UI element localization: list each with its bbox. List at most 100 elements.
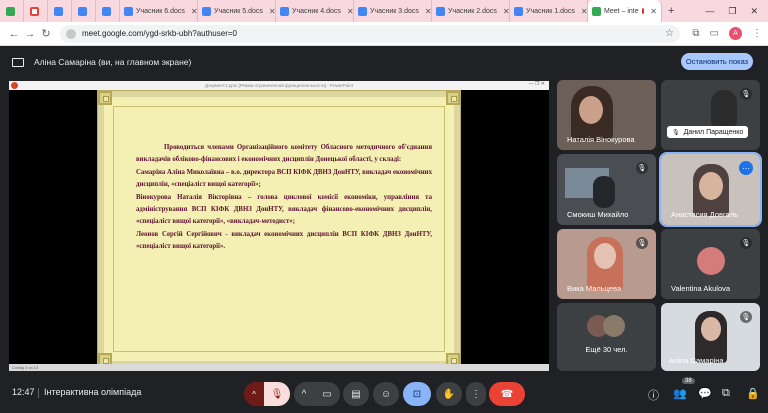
meet-icon [5,6,15,16]
close-icon[interactable]: ✕ [425,7,431,16]
powerpoint-window-controls: — ❐ ✕ [528,81,545,87]
profile-avatar[interactable]: A [729,27,742,40]
slide-paragraph: Проводиться членами Організаційного комі… [136,144,432,164]
menu-dots-icon[interactable]: ⋮ [752,28,762,39]
mic-off-icon: 🎙 [740,311,752,323]
camera-toggle[interactable]: ▭ [314,382,340,406]
participant-avatar [697,247,725,275]
more-options-icon[interactable]: ⋯ [739,161,753,175]
slide-paragraph: Леонов Сергій Сергійович - викладач екон… [136,230,432,251]
sidepanel-icon[interactable]: ▭ [710,28,719,39]
emoji-icon: ☺ [380,388,392,400]
present-screen-icon [12,57,24,67]
more-participants-tile[interactable]: Ещё 30 чел. [557,303,656,371]
tab-gmail[interactable] [24,0,48,22]
close-icon[interactable]: ✕ [650,7,657,16]
browser-tab-strip: Учасник 6.docs ✕ Учасник 5.docs ✕ Учасник … [0,0,768,22]
maximize-button[interactable]: ❐ [728,6,736,17]
participant-avatar [603,315,625,337]
raise-hand-button[interactable]: ✋ [436,382,462,406]
tab-meet-active[interactable]: Meet – inte ✕ [588,0,662,22]
leave-call-button[interactable]: ☎ [489,382,525,406]
participant-tile[interactable]: 🎙 Valentina Akulova [661,229,760,299]
stop-presenting-button[interactable]: Остановить показ [681,53,753,70]
host-controls-icon[interactable]: 🔒 [746,387,760,400]
slide-body: Проводиться членами Організаційного комі… [136,142,432,254]
phone-hangup-icon: ☎ [500,388,514,400]
tab-uchasnyk-4[interactable]: Учасник 4.docs ✕ [276,0,354,22]
docs-icon [77,6,87,16]
info-icon[interactable]: ⓘ [648,387,659,403]
meet-controls-bar: 12:47 Інтерактивна олімпіада ^ 🎙 ^ ▭ ▤ ☺… [0,376,768,413]
close-icon[interactable]: ✕ [269,7,275,16]
tab-uchasnyk-2[interactable]: Учасник 2.docs ✕ [432,0,510,22]
slide-corner-ornament [98,91,112,105]
close-icon[interactable]: ✕ [347,7,353,16]
participant-name: Смокиш Михайло [567,210,629,219]
more-vert-icon: ⋮ [471,388,481,400]
tab-docs-1[interactable] [48,0,72,22]
participant-name: Аліна Самаріна [669,356,724,365]
docs-icon [514,6,523,16]
present-screen-button[interactable]: ⊡ [403,382,431,406]
tab-uchasnyk-6[interactable]: Учасник 6.docs ✕ [120,0,198,22]
slide-paragraph: Вінокурова Наталія Вікторівна – голова ц… [136,193,432,226]
back-icon[interactable]: ← [6,28,22,40]
tab-meet-pinned[interactable] [0,0,24,22]
close-window-button[interactable]: ✕ [750,6,758,17]
close-icon[interactable]: ✕ [503,7,509,16]
tab-label: Учасник 4.docs [292,7,341,15]
meeting-time: 12:47 [12,387,35,397]
people-count-badge: 38 [682,378,695,384]
shared-screen: Документ1.pptx [Режим ограниченной функц… [9,81,549,371]
url-text: meet.google.com/ygd-srkb-ubh?authuser=0 [82,29,237,38]
participant-name: Наталія Вінокурова [567,135,635,144]
participant-tile[interactable]: 🎙 Смокиш Михайло [557,154,656,225]
tab-docs-2[interactable] [72,0,96,22]
divider [38,388,39,398]
audio-options-button[interactable]: ^ [244,382,264,406]
emoji-button[interactable]: ☺ [373,382,399,406]
bookmark-star-icon[interactable]: ☆ [665,28,674,39]
site-info-icon[interactable] [66,28,76,39]
chevron-up-icon: ^ [252,389,256,399]
reload-icon[interactable]: ↻ [38,27,54,40]
address-bar: ← → ↻ meet.google.com/ygd-srkb-ubh?authu… [0,22,768,46]
tab-uchasnyk-1[interactable]: Учасник 1.docs ✕ [510,0,588,22]
video-options-button[interactable]: ^ [294,382,314,406]
close-icon[interactable]: ✕ [581,7,587,16]
captions-button[interactable]: ▤ [343,382,369,406]
tab-docs-3[interactable] [96,0,120,22]
close-icon[interactable]: ✕ [191,7,197,16]
self-tile[interactable]: 🎙 Аліна Самаріна [661,303,760,371]
tab-label: Учасник 1.docs [526,7,575,15]
slide-paragraph: Самаріна Аліна Миколаївна – в.о. директо… [136,168,432,189]
participant-face [594,243,616,269]
participant-tile[interactable]: Наталія Вінокурова [557,80,656,150]
participant-tile[interactable]: 🎙 🎙 Данил Паращенко [661,80,760,150]
presenter-banner: Аліна Самаріна (ви, на главном экране) [34,57,192,67]
more-options-button[interactable]: ⋮ [466,382,486,406]
participant-name: Valentina Akulova [671,284,731,293]
tab-uchasnyk-5[interactable]: Учасник 5.docs ✕ [198,0,276,22]
tab-uchasnyk-3[interactable]: Учасник 3.docs ✕ [354,0,432,22]
tab-label: Meet – inte [604,7,639,15]
participant-face [699,172,723,200]
minimize-button[interactable]: — [705,6,714,17]
tab-label: Учасник 6.docs [136,7,185,15]
docs-icon [202,6,211,16]
url-field[interactable]: meet.google.com/ygd-srkb-ubh?authuser=0 … [60,24,680,43]
participant-tile[interactable]: 🎙 Вика Мальцева [557,229,656,299]
microphone-toggle[interactable]: 🎙 [264,382,290,406]
more-participants-count: Ещё 30 чел. [585,345,628,354]
new-tab-button[interactable]: + [662,5,680,17]
chevron-up-icon: ^ [301,388,307,400]
people-icon[interactable]: 👥 [673,387,687,400]
activities-icon[interactable]: ⧉ [722,387,730,400]
chat-icon[interactable]: 💬 [698,387,712,400]
forward-icon[interactable]: → [22,28,38,40]
participant-tile-speaking[interactable]: ⋯ Анастасия Довгаль [659,152,762,227]
docs-icon [124,6,133,16]
docs-icon [280,6,289,16]
extensions-icon[interactable]: ⧉ [692,28,699,39]
